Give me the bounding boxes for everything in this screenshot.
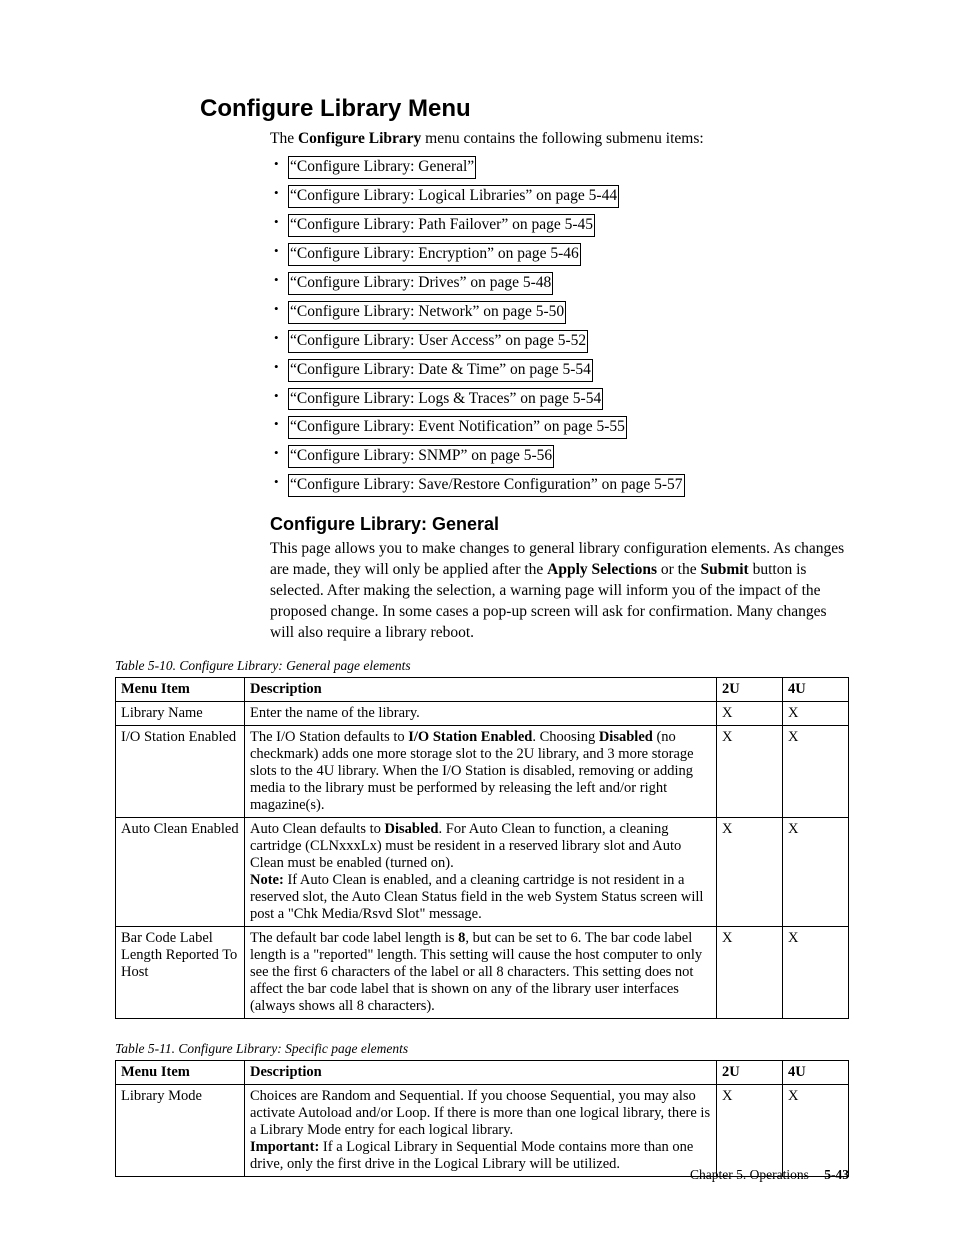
col-header-2u: 2U	[717, 1060, 783, 1084]
table-header-row: Menu Item Description 2U 4U	[116, 1060, 849, 1084]
cell-4u: X	[783, 725, 849, 817]
intro-text-pre: The	[270, 130, 298, 147]
col-header-2u: 2U	[717, 677, 783, 701]
table-row: I/O Station Enabled The I/O Station defa…	[116, 725, 849, 817]
cell-description: Enter the name of the library.	[245, 701, 717, 725]
list-item: “Configure Library: Event Notification” …	[288, 413, 849, 442]
table-row: Library Name Enter the name of the libra…	[116, 701, 849, 725]
table-row: Auto Clean Enabled Auto Clean defaults t…	[116, 817, 849, 926]
text: . Choosing	[532, 729, 598, 745]
list-item: “Configure Library: Network” on page 5-5…	[288, 298, 849, 327]
cell-description: Choices are Random and Sequential. If yo…	[245, 1084, 717, 1176]
cell-2u: X	[717, 725, 783, 817]
cell-menu-item: I/O Station Enabled	[116, 725, 245, 817]
cell-2u: X	[717, 817, 783, 926]
col-header-menu-item: Menu Item	[116, 1060, 245, 1084]
link-configure-logical-libraries[interactable]: “Configure Library: Logical Libraries” o…	[288, 185, 619, 208]
footer-page-number: 5-43	[824, 1167, 849, 1182]
link-configure-save-restore[interactable]: “Configure Library: Save/Restore Configu…	[288, 474, 685, 497]
link-configure-encryption[interactable]: “Configure Library: Encryption” on page …	[288, 243, 581, 266]
list-item: “Configure Library: General”	[288, 153, 849, 182]
bold-text: Disabled	[599, 729, 653, 745]
page-footer: Chapter 5. Operations 5-43	[690, 1167, 849, 1183]
bold-text: I/O Station Enabled	[408, 729, 532, 745]
link-configure-drives[interactable]: “Configure Library: Drives” on page 5-48	[288, 272, 553, 295]
text: Auto Clean defaults to	[250, 821, 385, 837]
col-header-description: Description	[245, 677, 717, 701]
table-caption: Table 5-11. Configure Library: Specific …	[115, 1041, 849, 1057]
list-item: “Configure Library: Logs & Traces” on pa…	[288, 385, 849, 414]
bold-text: Note:	[250, 872, 284, 888]
list-item: “Configure Library: Logical Libraries” o…	[288, 182, 849, 211]
cell-menu-item: Library Mode	[116, 1084, 245, 1176]
footer-chapter: Chapter 5. Operations	[690, 1167, 809, 1182]
cell-4u: X	[783, 926, 849, 1018]
bold-text: Apply Selections	[547, 561, 657, 578]
col-header-4u: 4U	[783, 1060, 849, 1084]
link-configure-general[interactable]: “Configure Library: General”	[288, 156, 476, 179]
table-header-row: Menu Item Description 2U 4U	[116, 677, 849, 701]
list-item: “Configure Library: User Access” on page…	[288, 327, 849, 356]
text: or the	[657, 561, 700, 578]
link-configure-user-access[interactable]: “Configure Library: User Access” on page…	[288, 330, 588, 353]
intro-text-post: menu contains the following submenu item…	[421, 130, 703, 147]
list-item: “Configure Library: Date & Time” on page…	[288, 356, 849, 385]
text: If Auto Clean is enabled, and a cleaning…	[250, 872, 703, 922]
cell-2u: X	[717, 1084, 783, 1176]
link-configure-logs-traces[interactable]: “Configure Library: Logs & Traces” on pa…	[288, 388, 603, 411]
table-row: Library Mode Choices are Random and Sequ…	[116, 1084, 849, 1176]
cell-menu-item: Auto Clean Enabled	[116, 817, 245, 926]
list-item: “Configure Library: Path Failover” on pa…	[288, 211, 849, 240]
intro-bold: Configure Library	[298, 130, 421, 147]
cell-2u: X	[717, 701, 783, 725]
col-header-menu-item: Menu Item	[116, 677, 245, 701]
link-configure-date-time[interactable]: “Configure Library: Date & Time” on page…	[288, 359, 593, 382]
text: Choices are Random and Sequential. If yo…	[250, 1088, 710, 1138]
cell-4u: X	[783, 1084, 849, 1176]
link-configure-snmp[interactable]: “Configure Library: SNMP” on page 5-56	[288, 445, 554, 468]
text: The default bar code label length is	[250, 930, 458, 946]
table-caption: Table 5-10. Configure Library: General p…	[115, 658, 849, 674]
cell-2u: X	[717, 926, 783, 1018]
table-row: Bar Code Label Length Reported To Host T…	[116, 926, 849, 1018]
link-configure-path-failover[interactable]: “Configure Library: Path Failover” on pa…	[288, 214, 595, 237]
subsection-heading: Configure Library: General	[270, 514, 849, 535]
table-specific-elements: Menu Item Description 2U 4U Library Mode…	[115, 1060, 849, 1177]
col-header-description: Description	[245, 1060, 717, 1084]
cell-4u: X	[783, 701, 849, 725]
cell-description: The I/O Station defaults to I/O Station …	[245, 725, 717, 817]
cell-menu-item: Bar Code Label Length Reported To Host	[116, 926, 245, 1018]
cell-description: The default bar code label length is 8, …	[245, 926, 717, 1018]
section-heading: Configure Library Menu	[200, 95, 849, 123]
text: The I/O Station defaults to	[250, 729, 408, 745]
bold-text: Disabled	[385, 821, 439, 837]
link-configure-network[interactable]: “Configure Library: Network” on page 5-5…	[288, 301, 566, 324]
link-configure-event-notification[interactable]: “Configure Library: Event Notification” …	[288, 416, 627, 439]
bold-text: Submit	[700, 561, 748, 578]
list-item: “Configure Library: Drives” on page 5-48	[288, 269, 849, 298]
cell-4u: X	[783, 817, 849, 926]
list-item: “Configure Library: SNMP” on page 5-56	[288, 442, 849, 471]
submenu-list: “Configure Library: General” “Configure …	[270, 153, 849, 500]
list-item: “Configure Library: Save/Restore Configu…	[288, 471, 849, 500]
cell-menu-item: Library Name	[116, 701, 245, 725]
bold-text: Important:	[250, 1139, 319, 1155]
table-general-elements: Menu Item Description 2U 4U Library Name…	[115, 677, 849, 1019]
cell-description: Auto Clean defaults to Disabled. For Aut…	[245, 817, 717, 926]
list-item: “Configure Library: Encryption” on page …	[288, 240, 849, 269]
subsection-paragraph: This page allows you to make changes to …	[270, 539, 849, 644]
col-header-4u: 4U	[783, 677, 849, 701]
intro-paragraph: The Configure Library menu contains the …	[270, 129, 849, 149]
